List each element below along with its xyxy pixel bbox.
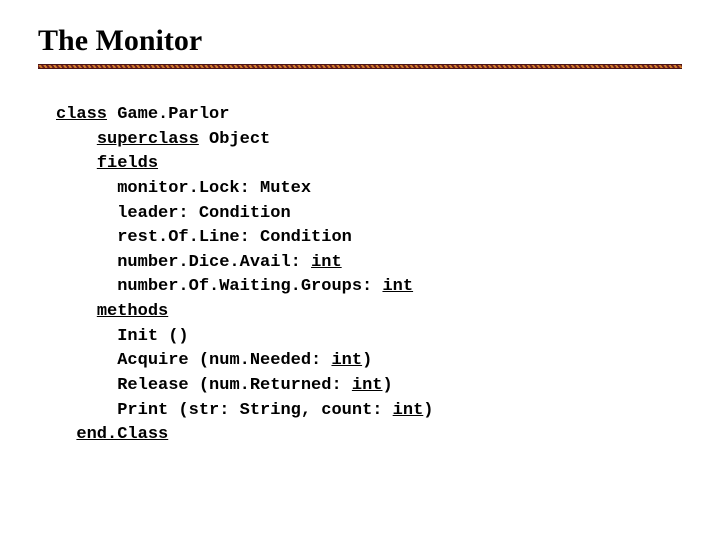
kw-int: int <box>393 401 424 420</box>
method-acquire-open: (num.Needed: <box>189 351 332 370</box>
method-release-open: (num.Returned: <box>189 376 352 395</box>
method-acquire-close: ) <box>362 351 372 370</box>
field-rest-of-line: rest.Of.Line: <box>117 228 250 247</box>
kw-superclass: superclass <box>97 130 199 149</box>
kw-fields: fields <box>97 154 158 173</box>
superclass-name: Object <box>209 130 270 149</box>
code-block: class Game.Parlor superclass Object fiel… <box>38 103 682 448</box>
field-leader: leader: <box>117 204 188 223</box>
title-divider <box>38 64 682 69</box>
method-print: Print <box>117 401 168 420</box>
field-monitor-lock-type: Mutex <box>260 179 311 198</box>
method-print-open: (str: String, count: <box>168 401 392 420</box>
method-release: Release <box>117 376 188 395</box>
field-waiting-groups: number.Of.Waiting.Groups: <box>117 277 372 296</box>
method-print-close: ) <box>423 401 433 420</box>
kw-endclass: end.Class <box>76 425 168 444</box>
field-monitor-lock: monitor.Lock: <box>117 179 250 198</box>
kw-int: int <box>352 376 383 395</box>
field-rest-of-line-type: Condition <box>260 228 352 247</box>
field-dice-avail: number.Dice.Avail: <box>117 253 301 272</box>
slide: The Monitor class Game.Parlor superclass… <box>0 0 720 448</box>
kw-int: int <box>311 253 342 272</box>
method-init: Init () <box>117 327 188 346</box>
class-name: Game.Parlor <box>117 105 229 124</box>
kw-int: int <box>382 277 413 296</box>
field-leader-type: Condition <box>199 204 291 223</box>
kw-int: int <box>331 351 362 370</box>
method-acquire: Acquire <box>117 351 188 370</box>
method-release-close: ) <box>382 376 392 395</box>
kw-methods: methods <box>97 302 168 321</box>
page-title: The Monitor <box>38 24 682 58</box>
kw-class: class <box>56 105 107 124</box>
